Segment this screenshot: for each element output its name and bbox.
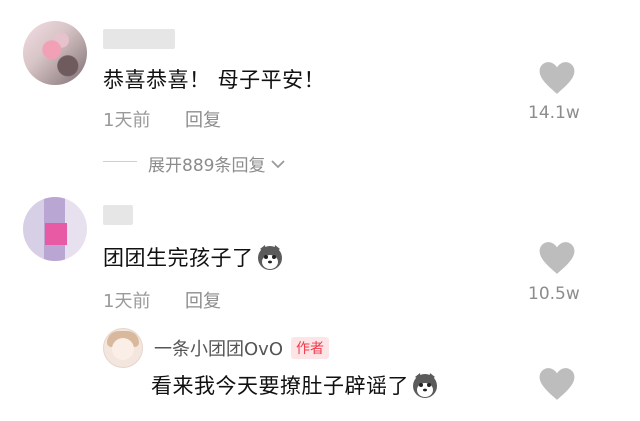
- comment-text: 团团生完孩子了: [103, 246, 254, 270]
- username-blurred[interactable]: [103, 29, 175, 49]
- reply-text: 看来我今天要撩肚子辟谣了: [151, 374, 409, 398]
- heart-icon[interactable]: [538, 60, 576, 96]
- avatar[interactable]: [23, 21, 87, 85]
- expand-replies-label: 展开889条回复: [148, 156, 266, 176]
- reply-author-row: 一条小团团OvO 作者: [154, 335, 329, 361]
- expand-replies-button[interactable]: 展开889条回复: [148, 151, 287, 176]
- reply-author-name[interactable]: 一条小团团OvO: [154, 335, 283, 361]
- comment-time: 1天前: [103, 110, 151, 131]
- reply-button[interactable]: 回复: [185, 287, 221, 313]
- comment-time: 1天前: [103, 291, 151, 312]
- like-count: 14.1w: [528, 103, 580, 123]
- author-badge: 作者: [291, 337, 329, 359]
- reply-button[interactable]: 回复: [185, 106, 221, 132]
- avatar[interactable]: [103, 328, 143, 368]
- reply-text-row: 看来我今天要撩肚子辟谣了: [151, 370, 439, 400]
- heart-icon[interactable]: [538, 366, 576, 402]
- husky-emoji-icon: [257, 245, 282, 270]
- comment-text-row: 团团生完孩子了: [103, 242, 284, 272]
- like-count: 10.5w: [528, 284, 580, 304]
- divider-line: [103, 161, 137, 162]
- heart-icon[interactable]: [538, 240, 576, 276]
- husky-emoji-icon: [413, 373, 437, 398]
- username-blurred[interactable]: [103, 205, 133, 225]
- comment-text: 恭喜恭喜！ 母子平安！: [103, 68, 326, 92]
- chevron-down-icon: [271, 159, 286, 168]
- avatar[interactable]: [23, 197, 87, 261]
